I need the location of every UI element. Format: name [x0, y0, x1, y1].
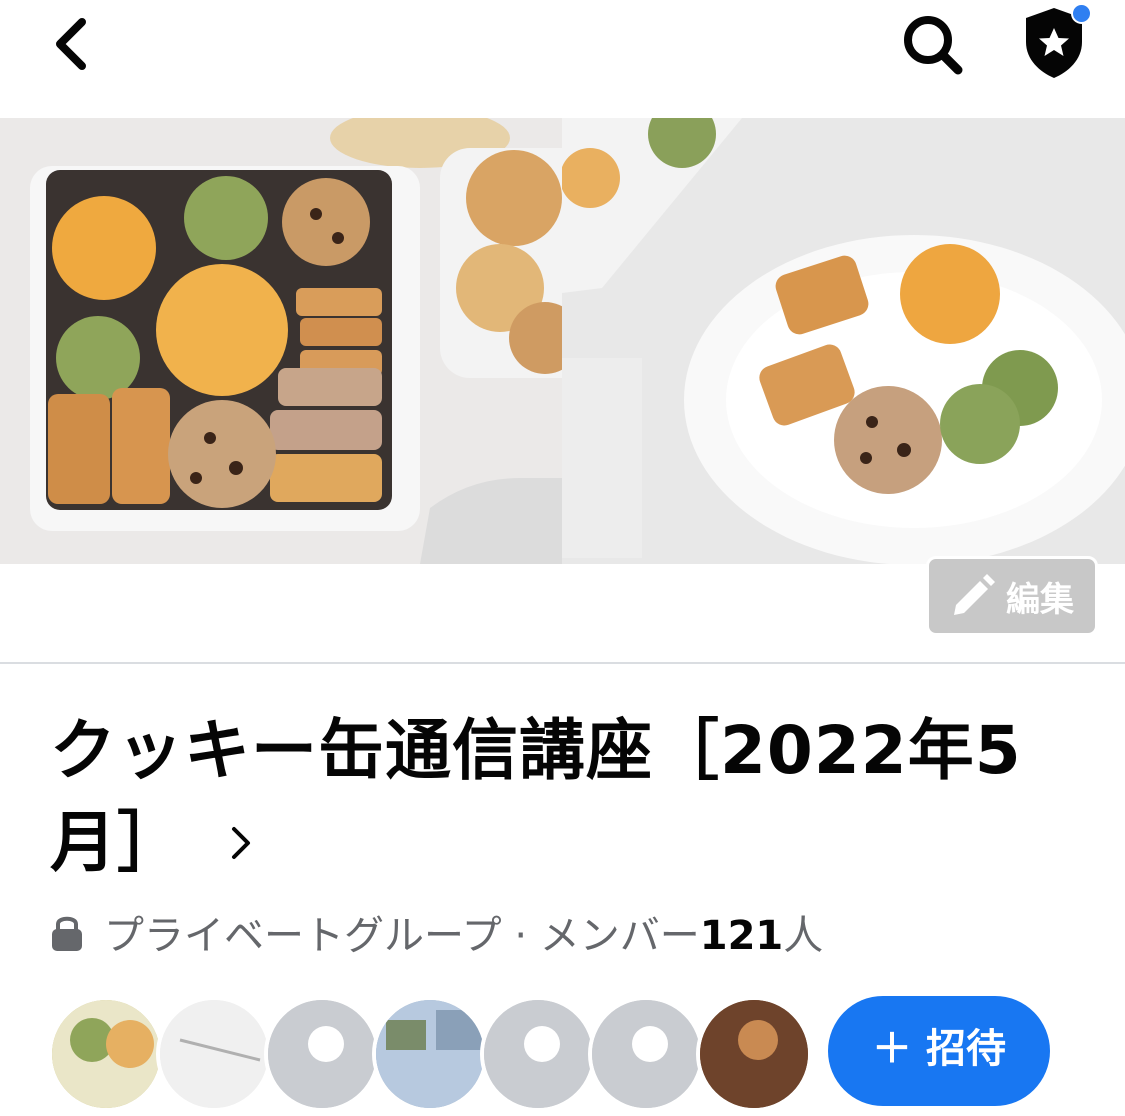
privacy-label: プライベートグループ · メンバー: [104, 913, 700, 959]
lock-icon: [52, 916, 82, 951]
avatar[interactable]: [264, 996, 380, 1112]
cookie-tin-image: [0, 118, 562, 564]
chevron-left-icon: [56, 18, 86, 70]
group-title-link[interactable]: クッキー缶通信講座［2022年5月］: [50, 705, 1060, 889]
edit-label: 編集: [1006, 579, 1074, 620]
pencil-icon: [954, 574, 995, 615]
avatar[interactable]: [372, 996, 488, 1112]
cover-photo[interactable]: [0, 118, 1125, 564]
avatar[interactable]: [156, 996, 272, 1112]
avatar[interactable]: [696, 996, 812, 1112]
invite-button[interactable]: ＋ 招待: [828, 996, 1050, 1106]
chevron-right-icon: [231, 826, 250, 859]
edit-cover-button[interactable]: 編集: [926, 556, 1098, 636]
member-unit: 人: [783, 913, 824, 959]
top-bar: [0, 0, 1125, 118]
member-count: 121: [699, 913, 784, 959]
invite-label: ＋ 招待: [872, 1026, 1006, 1072]
search-icon: [904, 16, 963, 75]
group-meta[interactable]: プライベートグループ · メンバー121人: [50, 904, 823, 960]
avatar[interactable]: [480, 996, 596, 1112]
divider: [0, 662, 1125, 664]
back-button[interactable]: [46, 12, 102, 72]
notification-dot: [1071, 3, 1092, 24]
search-button[interactable]: [896, 8, 968, 80]
avatar[interactable]: [48, 996, 164, 1112]
cookie-plate-image: [562, 118, 1125, 564]
avatar[interactable]: [588, 996, 704, 1112]
group-title: クッキー缶通信講座［2022年5月］: [50, 712, 1022, 881]
